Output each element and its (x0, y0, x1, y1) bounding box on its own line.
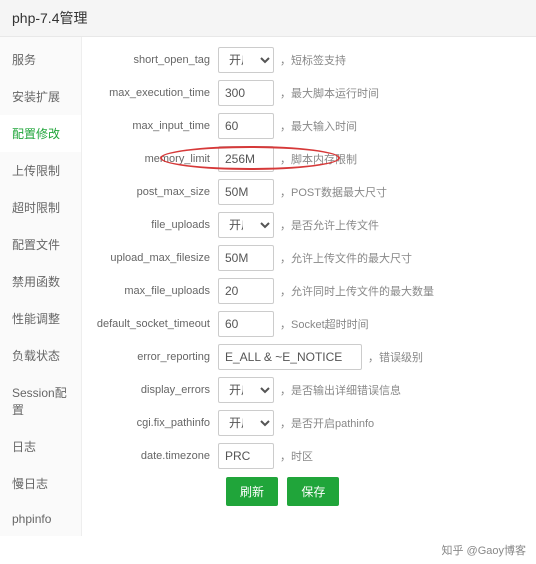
setting-desc: ，时区 (280, 448, 313, 464)
sidebar-item-4[interactable]: 超时限制 (0, 189, 81, 226)
sidebar-item-8[interactable]: 负载状态 (0, 337, 81, 374)
page-title: php-7.4管理 (0, 0, 536, 37)
setting-input-max_input_time[interactable] (218, 113, 274, 139)
setting-input-memory_limit[interactable] (218, 146, 274, 172)
setting-label: file_uploads (88, 219, 218, 231)
sidebar-item-6[interactable]: 禁用函数 (0, 263, 81, 300)
sidebar: 服务安装扩展配置修改上传限制超时限制配置文件禁用函数性能调整负载状态Sessio… (0, 37, 82, 536)
setting-row-file_uploads: file_uploads开启 ，是否允许上传文件 (88, 212, 530, 238)
setting-desc: ，是否允许上传文件 (280, 217, 379, 233)
setting-desc: ，错误级别 (368, 349, 423, 365)
setting-input-cgi.fix_pathinfo[interactable]: 开启 (218, 410, 274, 436)
sidebar-item-3[interactable]: 上传限制 (0, 152, 81, 189)
setting-input-short_open_tag[interactable]: 开启 (218, 47, 274, 73)
sidebar-item-11[interactable]: 慢日志 (0, 465, 81, 502)
setting-input-upload_max_filesize[interactable] (218, 245, 274, 271)
setting-desc: ，最大输入时间 (280, 118, 357, 134)
setting-row-date.timezone: date.timezone ，时区 (88, 443, 530, 469)
save-button[interactable]: 保存 (287, 477, 339, 506)
setting-row-short_open_tag: short_open_tag开启 ，短标签支持 (88, 47, 530, 73)
setting-row-memory_limit: memory_limit ，脚本内存限制 (88, 146, 530, 172)
setting-input-display_errors[interactable]: 开启 (218, 377, 274, 403)
setting-label: date.timezone (88, 450, 218, 462)
setting-label: default_socket_timeout (88, 318, 218, 330)
sidebar-item-5[interactable]: 配置文件 (0, 226, 81, 263)
setting-row-cgi.fix_pathinfo: cgi.fix_pathinfo开启 ，是否开启pathinfo (88, 410, 530, 436)
setting-label: short_open_tag (88, 54, 218, 66)
setting-desc: ，Socket超时时间 (280, 316, 369, 332)
setting-row-max_execution_time: max_execution_time ，最大脚本运行时间 (88, 80, 530, 106)
setting-desc: ，POST数据最大尺寸 (280, 184, 387, 200)
setting-desc: ，允许同时上传文件的最大数量 (280, 283, 434, 299)
setting-input-max_execution_time[interactable] (218, 80, 274, 106)
setting-label: display_errors (88, 384, 218, 396)
setting-input-max_file_uploads[interactable] (218, 278, 274, 304)
setting-label: max_execution_time (88, 87, 218, 99)
setting-input-file_uploads[interactable]: 开启 (218, 212, 274, 238)
sidebar-item-7[interactable]: 性能调整 (0, 300, 81, 337)
setting-input-date.timezone[interactable] (218, 443, 274, 469)
setting-label: post_max_size (88, 186, 218, 198)
refresh-button[interactable]: 刷新 (226, 477, 278, 506)
setting-row-display_errors: display_errors开启 ，是否输出详细错误信息 (88, 377, 530, 403)
setting-label: max_input_time (88, 120, 218, 132)
setting-label: upload_max_filesize (88, 252, 218, 264)
setting-desc: ，允许上传文件的最大尺寸 (280, 250, 412, 266)
setting-desc: ，短标签支持 (280, 52, 346, 68)
sidebar-item-0[interactable]: 服务 (0, 41, 81, 78)
setting-label: memory_limit (88, 153, 218, 165)
sidebar-item-1[interactable]: 安装扩展 (0, 78, 81, 115)
setting-row-max_file_uploads: max_file_uploads ，允许同时上传文件的最大数量 (88, 278, 530, 304)
setting-label: max_file_uploads (88, 285, 218, 297)
setting-row-error_reporting: error_reporting ，错误级别 (88, 344, 530, 370)
setting-label: error_reporting (88, 351, 218, 363)
setting-row-max_input_time: max_input_time ，最大输入时间 (88, 113, 530, 139)
setting-input-default_socket_timeout[interactable] (218, 311, 274, 337)
sidebar-item-10[interactable]: 日志 (0, 428, 81, 465)
setting-row-default_socket_timeout: default_socket_timeout ，Socket超时时间 (88, 311, 530, 337)
setting-row-upload_max_filesize: upload_max_filesize ，允许上传文件的最大尺寸 (88, 245, 530, 271)
footer-credit: 知乎 @Gaoy博客 (0, 536, 536, 564)
setting-input-post_max_size[interactable] (218, 179, 274, 205)
sidebar-item-2[interactable]: 配置修改 (0, 115, 81, 152)
setting-desc: ，最大脚本运行时间 (280, 85, 379, 101)
setting-row-post_max_size: post_max_size ，POST数据最大尺寸 (88, 179, 530, 205)
settings-panel: short_open_tag开启，短标签支持max_execution_time… (82, 37, 536, 536)
sidebar-item-9[interactable]: Session配置 (0, 374, 81, 428)
setting-label: cgi.fix_pathinfo (88, 417, 218, 429)
setting-input-error_reporting[interactable] (218, 344, 362, 370)
setting-desc: ，是否开启pathinfo (280, 415, 374, 431)
setting-desc: ，是否输出详细错误信息 (280, 382, 401, 398)
sidebar-item-12[interactable]: phpinfo (0, 502, 81, 536)
setting-desc: ，脚本内存限制 (280, 151, 357, 167)
